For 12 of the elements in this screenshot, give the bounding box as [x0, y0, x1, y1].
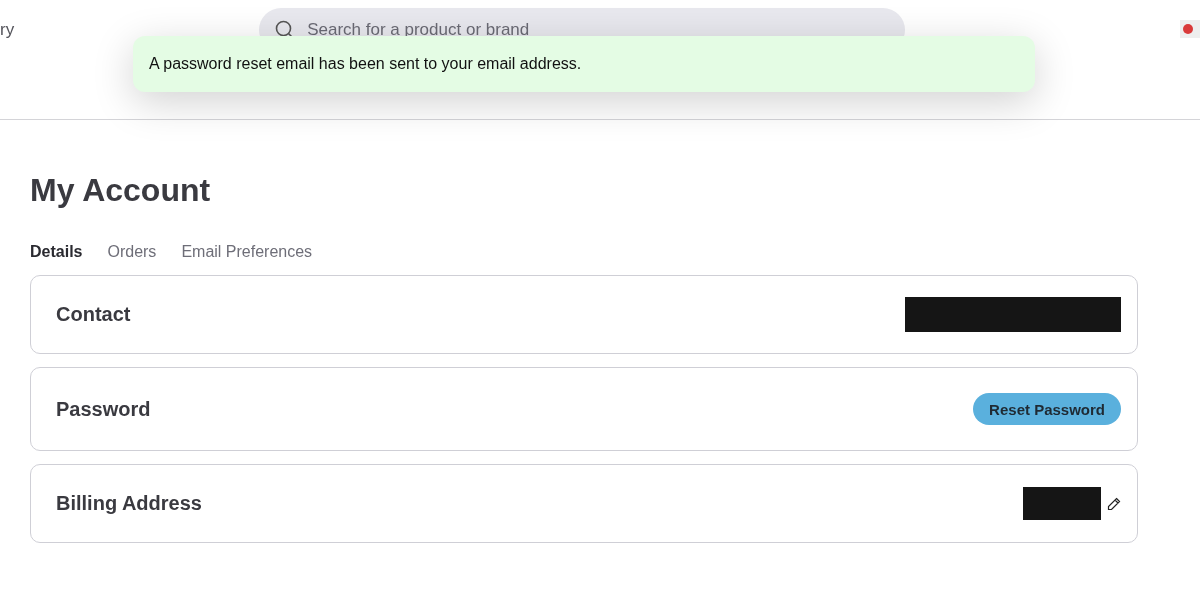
section-title: Contact [56, 303, 131, 326]
header-link[interactable]: ry [0, 20, 15, 40]
account-tab[interactable]: Details [30, 243, 83, 261]
account-tab[interactable]: Email Preferences [181, 243, 313, 261]
page-title: My Account [30, 172, 212, 209]
section-title: Billing Address [56, 492, 202, 515]
flag-icon[interactable] [1180, 20, 1200, 38]
section-title: Password [56, 397, 151, 421]
reset-password-button[interactable]: Reset Password [973, 393, 1121, 425]
pencil-icon[interactable] [1107, 496, 1121, 511]
toast-message: A password reset email has been sent to your email address. [149, 55, 582, 73]
account-tab[interactable]: Orders [107, 243, 157, 261]
